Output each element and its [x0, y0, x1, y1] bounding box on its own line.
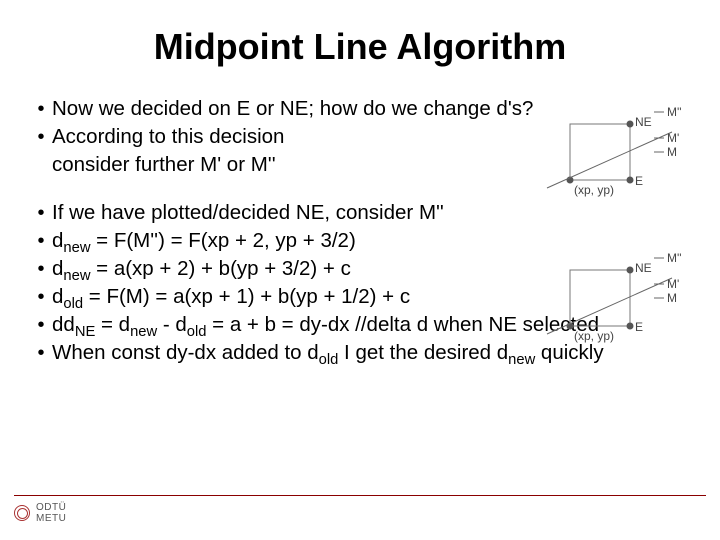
label-m: M: [667, 145, 677, 159]
bullet-icon: •: [30, 312, 52, 338]
sub: new: [63, 268, 90, 284]
footer: ODTÜ METU: [14, 495, 706, 525]
diagram-svg: NE E M'' M' M (xp, yp): [542, 106, 690, 198]
t: d: [52, 229, 63, 252]
bullet-icon: •: [30, 284, 52, 310]
t: = F(M'') = F(xp + 2, yp + 3/2): [90, 229, 355, 252]
t: When const dy-dx added to d: [52, 341, 319, 364]
bullet-icon: •: [30, 340, 52, 366]
diagram-svg: NE E M'' M' M (xp, yp): [542, 252, 690, 344]
label-ne: NE: [635, 261, 652, 275]
sub: old: [187, 324, 207, 340]
bullet-icon: •: [30, 256, 52, 282]
sub: old: [63, 296, 83, 312]
bullet-icon: •: [30, 96, 52, 122]
slide-body: • Now we decided on E or NE; how do we c…: [30, 96, 690, 366]
sub: new: [508, 352, 535, 368]
bullet-icon: •: [30, 124, 52, 150]
label-ne: NE: [635, 115, 652, 129]
slide: Midpoint Line Algorithm • Now we decided…: [0, 0, 720, 540]
diagram-1: NE E M'' M' M (xp, yp): [542, 106, 690, 198]
slide-title: Midpoint Line Algorithm: [30, 26, 690, 68]
item-1: If we have plotted/decided NE, consider …: [52, 200, 690, 226]
t: d: [52, 285, 63, 308]
sub: new: [63, 240, 90, 256]
t: = a(xp + 2) + b(yp + 3/2) + c: [90, 257, 350, 280]
sub: new: [130, 324, 157, 340]
t: d: [52, 257, 63, 280]
t: = d: [95, 313, 130, 336]
t: = a + b = dy-dx //delta d when NE select…: [206, 313, 599, 336]
logo-icon: [14, 505, 30, 521]
bullet-icon: •: [30, 200, 52, 226]
t: - d: [157, 313, 187, 336]
logo-bot: METU: [36, 513, 66, 524]
diagram-2: NE E M'' M' M (xp, yp): [542, 252, 690, 344]
label-mp: M': [667, 277, 679, 291]
logo-top: ODTÜ: [36, 502, 66, 513]
label-e: E: [635, 320, 643, 334]
logo-text: ODTÜ METU: [36, 502, 66, 524]
sub: NE: [75, 324, 96, 340]
bullet-icon: •: [30, 228, 52, 254]
metu-logo: ODTÜ METU: [14, 502, 706, 524]
t: dd: [52, 313, 75, 336]
label-pt: (xp, yp): [574, 329, 614, 343]
t: = F(M) = a(xp + 1) + b(yp + 1/2) + c: [83, 285, 410, 308]
label-mp: M': [667, 131, 679, 145]
t: quickly: [535, 341, 603, 364]
sub: old: [319, 352, 339, 368]
label-mpp: M'': [667, 252, 682, 265]
footer-rule: [14, 495, 706, 497]
item-2: dnew = F(M'') = F(xp + 2, yp + 3/2): [52, 228, 690, 254]
list-item: • dnew = F(M'') = F(xp + 2, yp + 3/2): [30, 228, 690, 254]
label-pt: (xp, yp): [574, 183, 614, 197]
label-mpp: M'': [667, 106, 682, 119]
label-m: M: [667, 291, 677, 305]
t: I get the desired d: [338, 341, 508, 364]
list-item: • If we have plotted/decided NE, conside…: [30, 200, 690, 226]
label-e: E: [635, 174, 643, 188]
